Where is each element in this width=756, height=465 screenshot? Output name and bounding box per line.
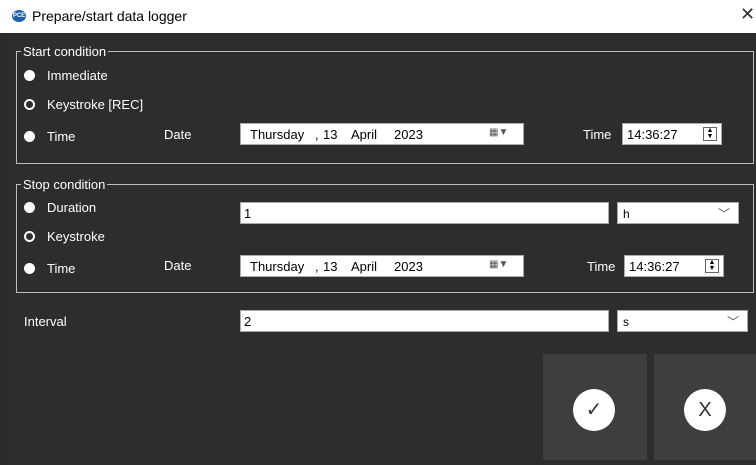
- radio-filled-icon: [24, 130, 35, 142]
- radio-filled-icon: [24, 262, 35, 274]
- start-condition-legend: Start condition: [23, 44, 107, 59]
- duration-value: 1: [244, 206, 252, 221]
- radio-filled-icon: [24, 69, 35, 81]
- interval-unit-select[interactable]: s ﹀: [617, 310, 748, 332]
- cancel-button[interactable]: X: [654, 354, 756, 460]
- calendar-dropdown-icon[interactable]: ▦▼: [489, 127, 511, 141]
- date-year: 2023: [394, 127, 423, 142]
- start-time-picker[interactable]: 14:36:27 ▲ ▼: [622, 123, 722, 145]
- interval-label: Interval: [24, 314, 67, 329]
- stop-condition-legend: Stop condition: [23, 177, 106, 192]
- start-date-label: Date: [164, 127, 192, 142]
- start-time-value: 14:36:27: [627, 127, 678, 142]
- date-weekday: Thursday: [250, 259, 305, 274]
- stop-duration-radio[interactable]: Duration: [24, 198, 96, 216]
- interval-input[interactable]: 2: [240, 310, 609, 332]
- stop-time-value: 14:36:27: [629, 259, 680, 274]
- interval-unit-value: s: [623, 315, 629, 329]
- duration-unit-value: h: [623, 207, 630, 221]
- chevron-down-icon: ﹀: [717, 207, 730, 221]
- date-month: April: [351, 259, 378, 274]
- stop-date-picker[interactable]: Thursday , 13 April 2023 ▦▼: [240, 255, 524, 277]
- duration-unit-select[interactable]: h ﹀: [617, 202, 739, 224]
- window-title: Prepare/start data logger: [32, 8, 187, 24]
- date-day: 13: [323, 259, 338, 274]
- radio-filled-icon: [24, 201, 35, 213]
- interval-value: 2: [244, 314, 252, 329]
- spin-updown-icon[interactable]: ▲ ▼: [705, 259, 719, 273]
- chevron-down-icon: ﹀: [726, 315, 739, 329]
- stop-date-label: Date: [164, 258, 192, 273]
- duration-input[interactable]: 1: [240, 202, 609, 224]
- stop-time-picker[interactable]: 14:36:27 ▲ ▼: [624, 255, 724, 277]
- start-time-field-label: Time: [583, 127, 612, 142]
- date-month: April: [351, 127, 378, 142]
- checkmark-icon: ✓: [573, 389, 615, 431]
- pce-logo-icon: PCE: [12, 10, 26, 22]
- date-year: 2023: [394, 259, 423, 274]
- stop-keystroke-radio[interactable]: Keystroke: [24, 227, 105, 245]
- cancel-x-icon: X: [684, 389, 726, 431]
- stop-keystroke-label: Keystroke: [47, 228, 105, 244]
- start-time-radio[interactable]: Time: [24, 127, 75, 145]
- radio-selected-icon: [24, 98, 35, 110]
- stop-time-radio[interactable]: Time: [24, 259, 75, 277]
- date-weekday: Thursday: [250, 127, 305, 142]
- date-sep: ,: [315, 259, 319, 274]
- start-time-label: Time: [47, 128, 76, 144]
- start-keystroke-label: Keystroke [REC]: [47, 96, 144, 112]
- calendar-dropdown-icon[interactable]: ▦▼: [489, 259, 511, 273]
- start-immediate-radio[interactable]: Immediate: [24, 66, 108, 84]
- title-bar: PCE Prepare/start data logger ✕: [0, 0, 756, 33]
- start-immediate-label: Immediate: [47, 67, 108, 83]
- radio-selected-icon: [24, 230, 35, 242]
- date-sep: ,: [315, 127, 319, 142]
- stop-time-field-label: Time: [587, 259, 616, 274]
- stop-time-label: Time: [47, 260, 76, 276]
- start-date-picker[interactable]: Thursday , 13 April 2023 ▦▼: [240, 123, 524, 145]
- spin-updown-icon[interactable]: ▲ ▼: [703, 127, 717, 141]
- start-keystroke-radio[interactable]: Keystroke [REC]: [24, 95, 143, 113]
- close-icon[interactable]: ✕: [740, 4, 755, 25]
- ok-button[interactable]: ✓: [543, 354, 647, 460]
- date-day: 13: [323, 127, 338, 142]
- stop-duration-label: Duration: [47, 199, 97, 215]
